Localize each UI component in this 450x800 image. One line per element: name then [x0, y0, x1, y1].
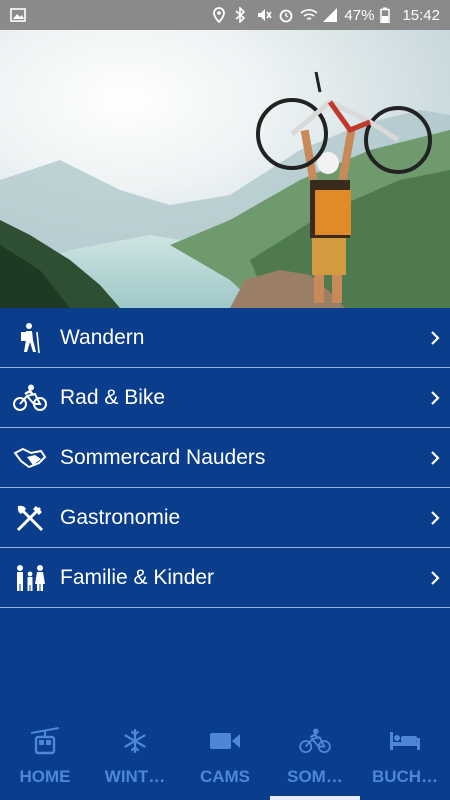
chevron-right-icon [420, 368, 450, 428]
menu-item-label: Sommercard Nauders [60, 445, 266, 469]
tab-label: BUCH… [371, 767, 439, 786]
mute-icon [256, 7, 273, 23]
menu-item-label: Wandern [60, 325, 145, 349]
chevron-right-icon [420, 428, 450, 488]
menu-item-label: Gastronomie [60, 505, 181, 529]
location-icon [212, 7, 228, 24]
hiking-icon [0, 308, 60, 368]
handshake-card-icon [0, 428, 60, 488]
signal-icon [322, 7, 338, 23]
bluetooth-icon [234, 6, 250, 24]
snowflake-icon [123, 727, 147, 755]
tab-label: CAMS [199, 767, 251, 786]
hero-image [0, 30, 450, 308]
menu-item-label: Rad & Bike [60, 385, 166, 409]
wifi-icon [300, 7, 318, 23]
menu-item-wandern[interactable]: Wandern [0, 308, 450, 368]
tab-label: HOME [19, 767, 71, 786]
tab-buchen[interactable]: BUCH… [360, 715, 450, 800]
tab-label: SOM… [287, 767, 343, 786]
menu-item-sommercard[interactable]: Sommercard Nauders [0, 428, 450, 488]
chevron-right-icon [420, 548, 450, 608]
chevron-right-icon [420, 488, 450, 548]
clock: 15:42 [402, 6, 440, 24]
chevron-right-icon [420, 308, 450, 368]
bike-icon [0, 368, 60, 428]
menu-item-familie[interactable]: Familie & Kinder [0, 548, 450, 608]
family-icon [0, 548, 60, 608]
cutlery-icon [0, 488, 60, 548]
battery-percent: 47% [344, 6, 375, 24]
tab-cams[interactable]: CAMS [180, 715, 270, 800]
menu-item-label: Familie & Kinder [60, 565, 215, 589]
camera-icon [209, 727, 241, 755]
category-menu: Wandern Rad & Bike Sommercard Nauders Ga… [0, 308, 450, 608]
alarm-icon [278, 7, 294, 23]
menu-item-gastronomie[interactable]: Gastronomie [0, 488, 450, 548]
bed-icon [389, 727, 421, 755]
battery-icon [380, 7, 396, 24]
status-bar: 47% 15:42 [0, 0, 450, 30]
tab-home[interactable]: HOME [0, 715, 90, 800]
tab-label: WINT… [104, 767, 166, 786]
menu-item-rad-bike[interactable]: Rad & Bike [0, 368, 450, 428]
image-icon [10, 7, 26, 23]
tab-sommer[interactable]: SOM… [270, 715, 360, 800]
bottom-navigation: HOME WINT… CAMS SOM… BUCH… [0, 715, 450, 800]
gondola-icon [30, 727, 60, 755]
bike-icon [299, 727, 331, 755]
tab-winter[interactable]: WINT… [90, 715, 180, 800]
